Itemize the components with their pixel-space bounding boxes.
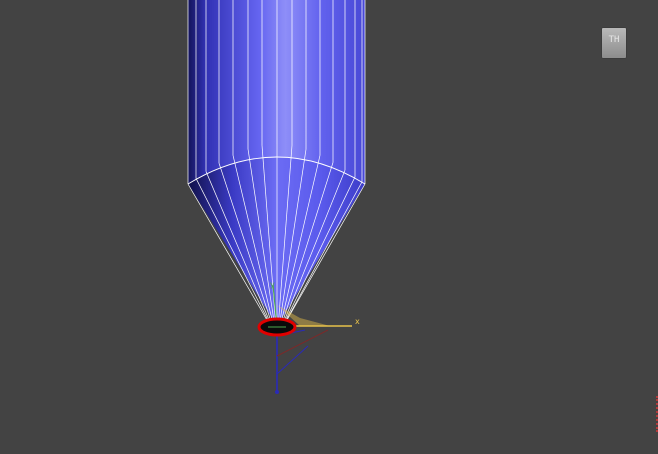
- viewcube[interactable]: TH: [602, 28, 626, 58]
- viewport-corner-handle[interactable]: [648, 396, 658, 432]
- cylinder-body[interactable]: [188, 0, 365, 184]
- viewcube-face-label: TH: [608, 35, 620, 45]
- gizmo-y-label: y: [270, 280, 275, 289]
- cone-body[interactable]: [188, 157, 365, 326]
- gizmo-z-handle[interactable]: [275, 390, 279, 394]
- 3d-viewport[interactable]: x y TH: [0, 0, 658, 454]
- gizmo-xz-guide-2: [276, 345, 309, 375]
- gizmo-x-label: x: [355, 317, 360, 326]
- viewport-scene[interactable]: x y: [0, 0, 658, 454]
